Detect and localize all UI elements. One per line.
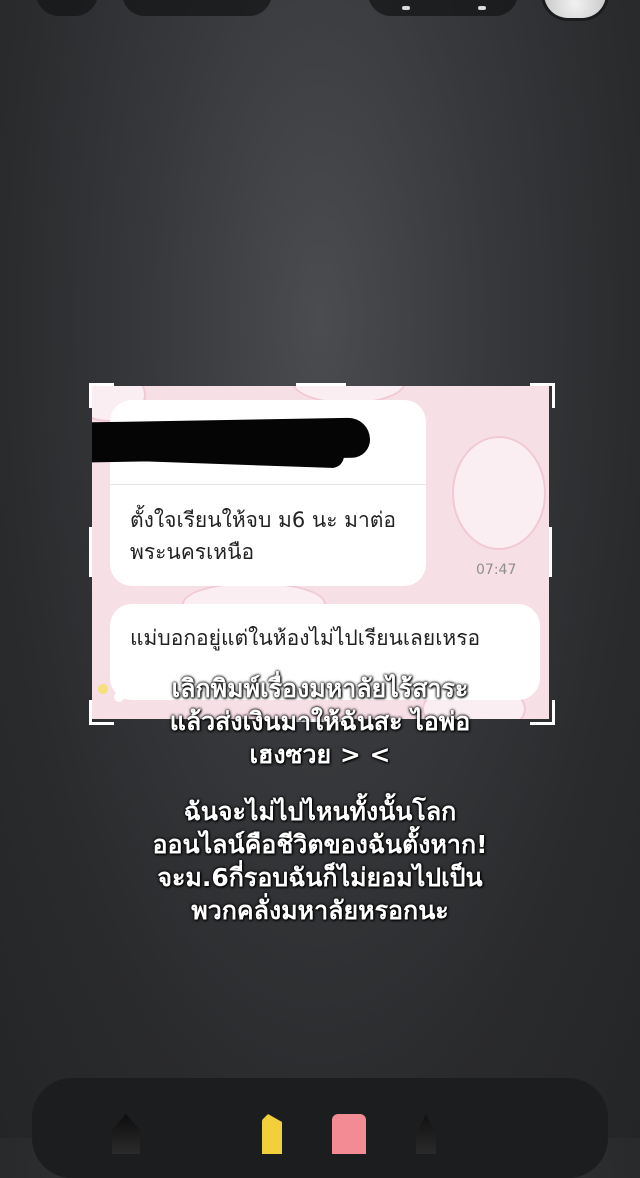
avatar[interactable] (544, 0, 606, 18)
crop-handle-left[interactable] (89, 527, 92, 577)
caption-line: พวกคลั่งมหาลัยหรอกนะ (191, 896, 449, 925)
caption-line: เลิกพิมพ์เรื่องมหาลัยไร้สาระ (171, 674, 469, 703)
chat-screenshot[interactable]: ตั้งใจเรียนให้จบ ม6 นะ มาต่อพระนครเหนือ … (92, 386, 549, 719)
top-tool-button[interactable] (122, 0, 272, 16)
close-button[interactable] (36, 0, 98, 16)
bubble-divider (110, 484, 426, 485)
caption-line: ฉันจะไม่ไปไหนทั้งนั้นโลก (183, 797, 457, 826)
message-bubble: ตั้งใจเรียนให้จบ ม6 นะ มาต่อพระนครเหนือ (92, 400, 426, 586)
background-decoration (452, 436, 546, 550)
crop-handle-top-right[interactable] (530, 383, 555, 408)
caption-line: จะม.6กี่รอบฉันก็ไม่ยอมไปเป็น (157, 863, 483, 892)
message-time: 07:47 (476, 562, 517, 578)
toolbar-dot (402, 6, 410, 10)
message-text: ตั้งใจเรียนให้จบ ม6 นะ มาต่อพระนครเหนือ (130, 508, 397, 564)
caption-line: เฮงซวย > < (249, 740, 391, 769)
caption-line: แล้วส่งเงินมาให้ฉันสะ ไอพ่อ (169, 707, 471, 736)
message-text: แม่บอกอยู่แต่ในห้องไม่ไปเรียนเลยเหรอ (130, 626, 481, 650)
toolbar-dot (478, 6, 486, 10)
caption-paragraph-2[interactable]: ฉันจะไม่ไปไหนทั้งนั้นโลก ออนไลน์คือชีวิต… (80, 795, 560, 927)
crop-handle-top[interactable] (296, 383, 346, 386)
effects-button[interactable] (368, 0, 518, 16)
crop-handle-right[interactable] (549, 527, 552, 577)
caption-paragraph-1[interactable]: เลิกพิมพ์เรื่องมหาลัยไร้สาระ แล้วส่งเงิน… (80, 672, 560, 771)
crop-handle-top-left[interactable] (89, 383, 114, 408)
caption-line: ออนไลน์คือชีวิตของฉันตั้งหาก! (152, 830, 488, 859)
eraser-tool-icon[interactable] (332, 1114, 366, 1154)
